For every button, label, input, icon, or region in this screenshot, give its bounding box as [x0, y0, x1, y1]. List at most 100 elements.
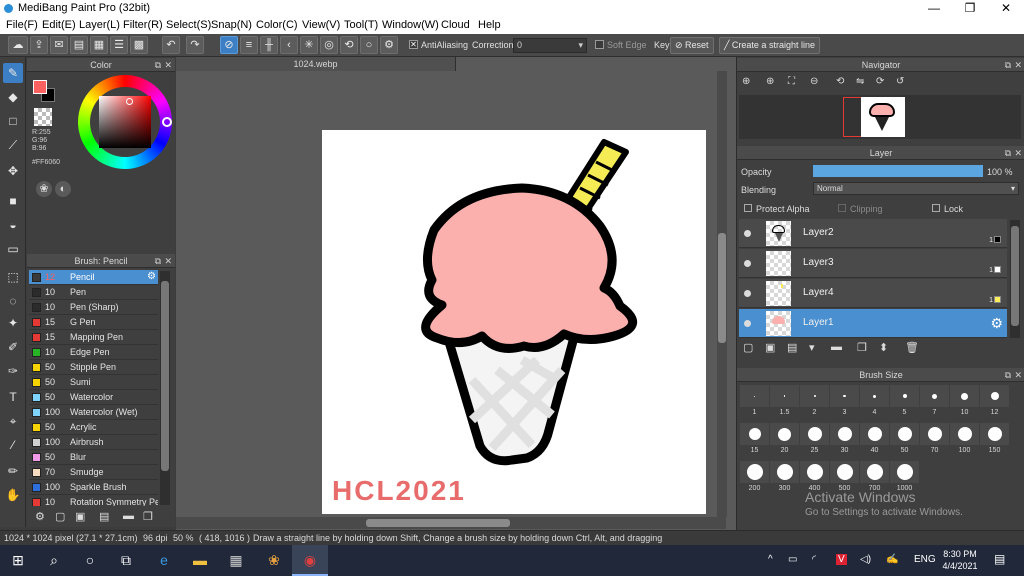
chevron-up-icon[interactable]: ^	[768, 554, 773, 565]
opacity-slider[interactable]	[813, 165, 983, 177]
layer-row[interactable]: Layer4 1	[739, 279, 1007, 308]
brush-size-option[interactable]: 40	[860, 423, 889, 459]
close-icon[interactable]: ✕	[1014, 58, 1022, 72]
text-tool-icon[interactable]: T	[3, 387, 23, 407]
file-explorer-icon[interactable]: ▬	[182, 545, 218, 576]
paint-app-icon[interactable]: ❀	[256, 545, 292, 576]
protect-alpha-checkbox[interactable]	[744, 204, 752, 212]
clock[interactable]: 8:30 PM 4/4/2021	[942, 548, 978, 572]
menu-cloud[interactable]: Cloud	[441, 19, 470, 31]
comment-icon[interactable]: ✉	[50, 36, 68, 54]
brush-item[interactable]: 50 Stipple Pen	[29, 360, 158, 375]
gear-icon[interactable]: ⚙	[147, 271, 156, 282]
close-button[interactable]: ✕	[988, 0, 1024, 17]
lasso-tool-icon[interactable]: ◌	[3, 291, 23, 311]
brush-item[interactable]: 100 Watercolor (Wet)	[29, 405, 158, 420]
undock-icon[interactable]: ⧉	[1005, 368, 1011, 382]
brush-size-option[interactable]: 4	[860, 385, 889, 421]
undo-icon[interactable]: ↶	[162, 36, 180, 54]
close-icon[interactable]: ✕	[1014, 146, 1022, 160]
add-brush-icon[interactable]: ▣	[75, 510, 85, 523]
brush-item[interactable]: 15 G Pen	[29, 315, 158, 330]
brush-item[interactable]: 50 Blur	[29, 450, 158, 465]
wifi-icon[interactable]: ◜	[812, 554, 816, 565]
gear-icon[interactable]: ⚙	[990, 315, 1003, 332]
brush-size-option[interactable]: 50	[890, 423, 919, 459]
canvas-v-scrollbar[interactable]	[717, 71, 727, 517]
parallel-snap-icon[interactable]: ≡	[240, 36, 258, 54]
brush-scroll-thumb[interactable]	[161, 281, 169, 471]
document-tab[interactable]: 1024.webp	[176, 57, 456, 71]
brush-item[interactable]: 50 Acrylic	[29, 420, 158, 435]
menu-edit[interactable]: Edit(E)	[42, 19, 76, 31]
layer-scroll-thumb[interactable]	[1011, 226, 1019, 326]
minimize-button[interactable]: —	[916, 0, 952, 17]
visibility-eye-icon[interactable]	[744, 230, 751, 237]
fill-rect-tool-icon[interactable]: ■	[3, 191, 23, 211]
brush-size-option[interactable]: 70	[920, 423, 949, 459]
blending-select[interactable]: Normal ▾	[813, 182, 1019, 195]
brush-list-scrollbar[interactable]	[160, 271, 170, 505]
hand-tool-icon[interactable]: ✋	[3, 485, 23, 505]
battery-icon[interactable]: ▭	[788, 554, 797, 565]
correction-select[interactable]: 0 ▾	[513, 38, 587, 53]
duplicate-icon[interactable]: ❐	[143, 510, 153, 523]
eyedropper-tool-icon[interactable]: ⁄	[3, 435, 23, 455]
canvas-v-thumb[interactable]	[718, 233, 726, 343]
new-halftone-layer-icon[interactable]: ▣	[765, 341, 775, 354]
brush-size-option[interactable]: 1	[740, 385, 769, 421]
navigator-preview[interactable]	[739, 95, 1021, 139]
snap-off-icon[interactable]: ⊘	[220, 36, 238, 54]
brush-size-option[interactable]: 200	[740, 461, 769, 497]
medibang-app-icon[interactable]: ◉	[292, 545, 328, 576]
menu-snap[interactable]: Snap(N)	[211, 19, 252, 31]
tray-app-icon[interactable]: V	[836, 554, 847, 565]
dot-tool-icon[interactable]: ⟋	[3, 135, 23, 155]
cross-snap-icon[interactable]: ╫	[260, 36, 278, 54]
brush-size-option[interactable]: 2	[800, 385, 829, 421]
lock-checkbox[interactable]	[932, 204, 940, 212]
select-pen-icon[interactable]: ✐	[3, 337, 23, 357]
cloud-icon[interactable]: ☁	[8, 36, 28, 54]
layer-list-scrollbar[interactable]	[1010, 220, 1020, 338]
delete-layer-icon[interactable]: 🗑	[905, 341, 919, 354]
grid-icon[interactable]: ▩	[130, 36, 148, 54]
undock-icon[interactable]: ⧉	[155, 58, 161, 72]
brush-item[interactable]: 10 Rotation Symmetry Pe	[29, 495, 158, 506]
brush-size-option[interactable]: 15	[740, 423, 769, 459]
brush-size-option[interactable]: 20	[770, 423, 799, 459]
brush-item[interactable]: 100 Sparkle Brush	[29, 480, 158, 495]
curve-snap-icon[interactable]: ⟲	[340, 36, 358, 54]
soft-edge-checkbox[interactable]	[595, 40, 604, 49]
brush-size-option[interactable]: 25	[800, 423, 829, 459]
eraser-tool-icon[interactable]: ◆	[3, 87, 23, 107]
zoom-in-alt-icon[interactable]: ⊕	[766, 76, 774, 87]
brush-item[interactable]: 15 Mapping Pen	[29, 330, 158, 345]
undock-icon[interactable]: ⧉	[155, 254, 161, 268]
add-layer-menu-icon[interactable]: ▾	[809, 341, 815, 354]
menu-layer[interactable]: Layer(L)	[79, 19, 120, 31]
share-icon[interactable]: ⇪	[30, 36, 48, 54]
folder-icon[interactable]: ▬	[123, 510, 134, 522]
rotate-left-icon[interactable]: ⟲	[836, 76, 844, 87]
menu-filter[interactable]: Filter(R)	[123, 19, 163, 31]
rect-tool-icon[interactable]: □	[3, 111, 23, 131]
brush-item[interactable]: 10 Edge Pen	[29, 345, 158, 360]
pen-tool-icon[interactable]: ✏	[3, 461, 23, 481]
edge-icon[interactable]: e	[146, 545, 182, 576]
brush-item[interactable]: 50 Sumi	[29, 375, 158, 390]
menu-color[interactable]: Color(C)	[256, 19, 298, 31]
saturation-square[interactable]	[99, 96, 151, 148]
vanishing-snap-icon[interactable]: ‹	[280, 36, 298, 54]
close-icon[interactable]: ✕	[164, 58, 172, 72]
new-brush-icon[interactable]: ▢	[55, 510, 65, 523]
brush-size-option[interactable]: 10	[950, 385, 979, 421]
menu-window[interactable]: Window(W)	[382, 19, 439, 31]
reset-button[interactable]: ⊘ Reset	[670, 37, 714, 54]
new-layer-icon[interactable]: ▢	[743, 341, 753, 354]
search-icon[interactable]: ⌕	[36, 545, 72, 576]
menu-file[interactable]: File(F)	[6, 19, 38, 31]
reset-view-icon[interactable]: ↺	[896, 76, 904, 87]
canvas-h-thumb[interactable]	[366, 519, 510, 527]
brush-item[interactable]: 100 Airbrush	[29, 435, 158, 450]
